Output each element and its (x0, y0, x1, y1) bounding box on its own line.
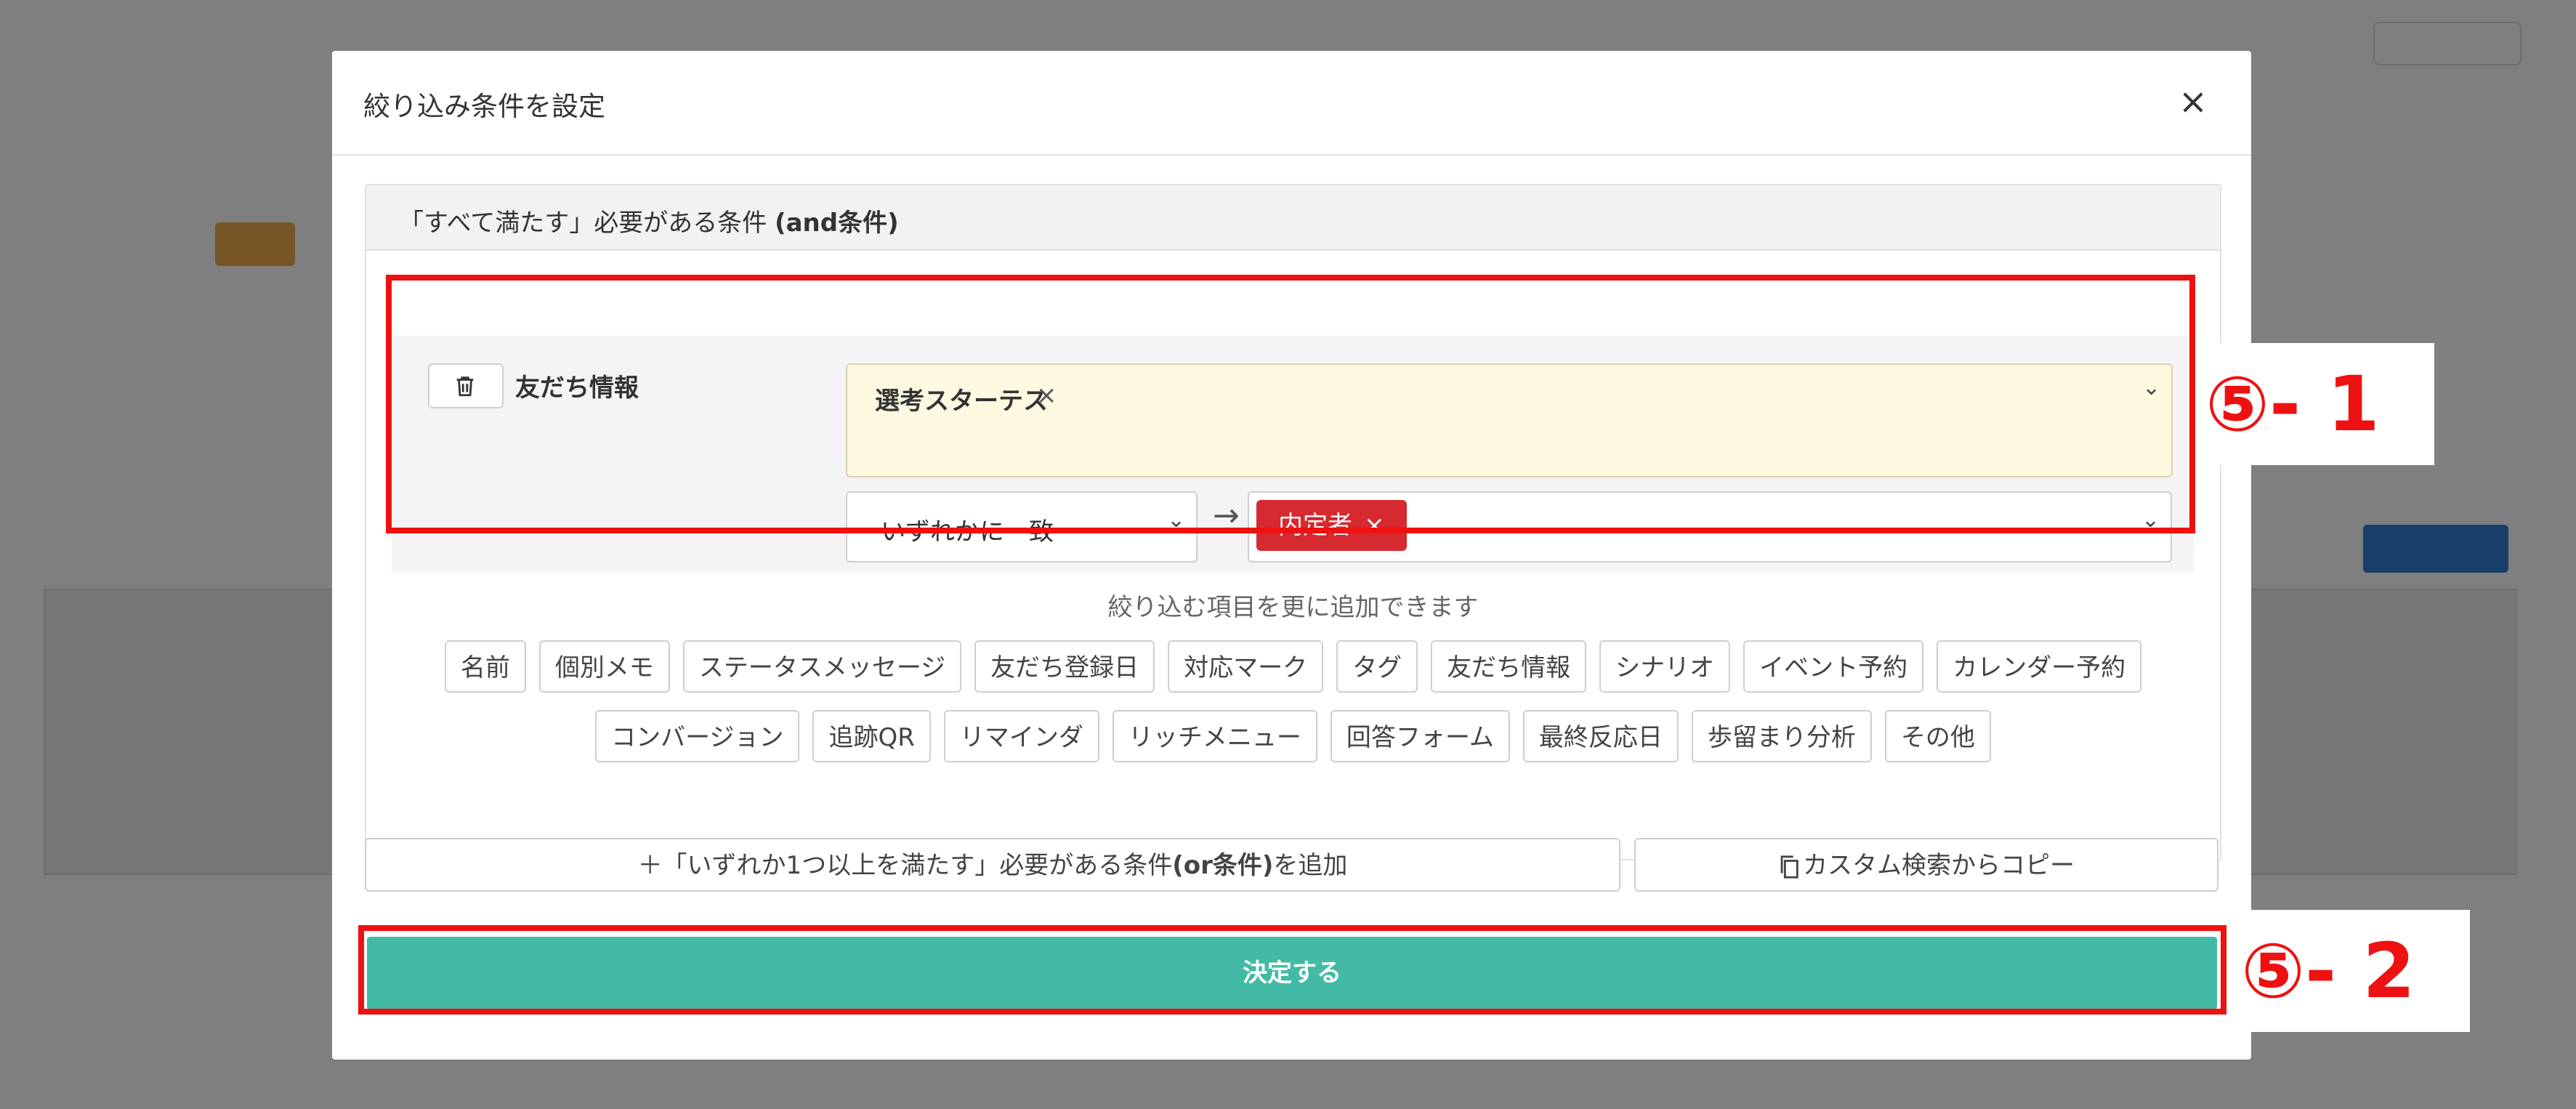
modal-header: 絞り込み条件を設定 × (332, 51, 2251, 156)
group-title-text: 「すべて満たす」必要がある条件 (399, 209, 767, 238)
group-title-bold: (and条件) (775, 209, 899, 238)
filter-chip[interactable]: カレンダー予約 (1937, 640, 2142, 693)
filter-chip[interactable]: 名前 (444, 640, 526, 693)
filter-chip[interactable]: コンバージョン (595, 710, 800, 762)
filter-chip[interactable]: 追跡QR (812, 710, 931, 762)
filter-chip[interactable]: リッチメニュー (1112, 710, 1317, 762)
filter-chip-row-2: コンバージョン 追跡QR リマインダ リッチメニュー 回答フォーム 最終反応日 … (366, 710, 2220, 762)
annotation-callout-2: ⑤- 2 (2234, 910, 2470, 1032)
filter-chip[interactable]: イベント予約 (1743, 640, 1924, 693)
modal-title: 絞り込み条件を設定 (363, 91, 605, 122)
filter-chip[interactable]: シナリオ (1599, 640, 1731, 693)
filter-chip[interactable]: 最終反応日 (1522, 710, 1679, 762)
copy-icon (1780, 855, 1798, 879)
add-or-condition-button[interactable]: ＋「いずれか1つ以上を満たす」必要がある条件(or条件)を追加 (365, 838, 1620, 892)
filter-chip-row-1: 名前 個別メモ ステータスメッセージ 友だち登録日 対応マーク タグ 友だち情報… (366, 640, 2220, 693)
or-button-text: ＋「いずれか1つ以上を満たす」必要がある条件 (637, 851, 1173, 880)
add-filter-hint: 絞り込む項目を更に追加できます (1107, 593, 1479, 622)
filter-chip[interactable]: タグ (1336, 640, 1418, 693)
close-icon[interactable]: × (2171, 80, 2215, 124)
copy-from-custom-search-button[interactable]: カスタム検索からコピー (1634, 838, 2218, 892)
filter-modal: 絞り込み条件を設定 × 「すべて満たす」必要がある条件 (and条件) 友だち情… (332, 51, 2251, 1060)
annotation-box-condition (386, 275, 2195, 533)
filter-chip[interactable]: 友だち情報 (1431, 640, 1587, 693)
filter-chip[interactable]: 友だち登録日 (974, 640, 1155, 693)
filter-chip[interactable]: 回答フォーム (1330, 710, 1510, 762)
or-button-suffix: を追加 (1273, 851, 1348, 880)
filter-chip[interactable]: リマインダ (943, 710, 1099, 762)
annotation-box-submit (358, 925, 2226, 1015)
or-button-bold: (or条件) (1172, 851, 1274, 880)
filter-chip[interactable]: 個別メモ (538, 640, 670, 693)
copy-button-label: カスタム検索からコピー (1803, 851, 2075, 880)
filter-chip[interactable]: 対応マーク (1168, 640, 1324, 693)
filter-chip[interactable]: ステータスメッセージ (682, 640, 962, 693)
group-header: 「すべて満たす」必要がある条件 (and条件) (366, 185, 2220, 251)
filter-chip[interactable]: 歩留まり分析 (1691, 710, 1872, 762)
filter-chip[interactable]: その他 (1884, 710, 1991, 762)
annotation-callout-1: ⑤- 1 (2202, 343, 2434, 465)
group-title: 「すべて満たす」必要がある条件 (and条件) (399, 203, 899, 238)
